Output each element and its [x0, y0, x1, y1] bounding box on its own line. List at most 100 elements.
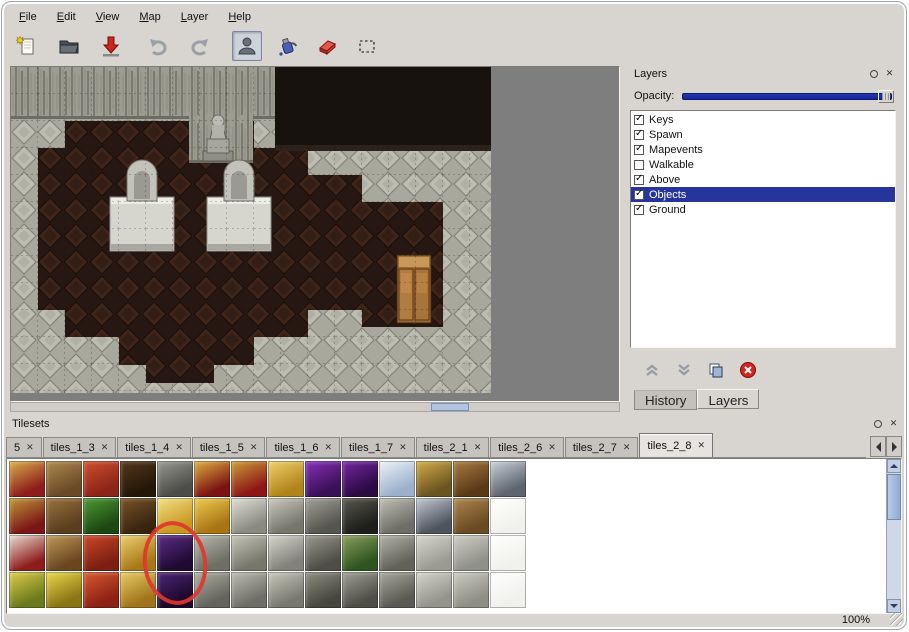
tileset-tab-tiles-1-4[interactable]: tiles_1_4 ✕: [117, 437, 191, 457]
map-canvas[interactable]: [10, 66, 620, 402]
tile-red-throne-right[interactable]: [231, 461, 267, 497]
layer-visibility-checkbox[interactable]: [634, 175, 644, 185]
raise-layer-button[interactable]: [642, 360, 662, 380]
tile-stone-tile-a[interactable]: [416, 535, 452, 571]
tile-gold-treasure[interactable]: [194, 498, 230, 534]
tile-purple-throne-left[interactable]: [305, 461, 341, 497]
tile-bookshelf[interactable]: [120, 498, 156, 534]
tile-white-window[interactable]: [379, 461, 415, 497]
layer-row-keys[interactable]: Keys: [631, 112, 895, 127]
tileset-tab-5[interactable]: 5 ✕: [6, 437, 42, 457]
tab-close-icon[interactable]: ✕: [26, 442, 34, 453]
tile-bananas[interactable]: [46, 572, 82, 608]
fill-tool-button[interactable]: [272, 31, 302, 61]
tab-close-icon[interactable]: ✕: [474, 442, 482, 453]
tileset-tab-tiles-2-6[interactable]: tiles_2_6 ✕: [490, 437, 564, 457]
tile-gold-frame[interactable]: [416, 461, 452, 497]
tileset-tab-tiles-2-7[interactable]: tiles_2_7 ✕: [565, 437, 639, 457]
tileset-tab-tiles-1-7[interactable]: tiles_1_7 ✕: [341, 437, 415, 457]
tab-close-icon[interactable]: ✕: [697, 440, 705, 451]
scroll-tabs-right-button[interactable]: [886, 436, 902, 457]
delete-layer-button[interactable]: [738, 360, 758, 380]
tab-close-icon[interactable]: ✕: [399, 442, 407, 453]
menu-item-map[interactable]: Map: [130, 9, 169, 25]
tile-angel-wings[interactable]: [268, 535, 304, 571]
tile-gargoyle-2[interactable]: [305, 535, 341, 571]
tile-blank-b[interactable]: [490, 535, 526, 571]
tile-blank-c[interactable]: [490, 572, 526, 608]
tile-book-stack[interactable]: [46, 535, 82, 571]
layer-row-walkable[interactable]: Walkable: [631, 157, 895, 172]
lower-layer-button[interactable]: [674, 360, 694, 380]
menu-item-layer[interactable]: Layer: [172, 9, 218, 25]
tile-pillar-base[interactable]: [379, 535, 415, 571]
tile-stone-gate[interactable]: [157, 461, 193, 497]
opacity-slider-handle[interactable]: [878, 90, 894, 103]
tile-white-bust[interactable]: [231, 498, 267, 534]
opacity-slider-track[interactable]: [682, 93, 892, 100]
layer-row-spawn[interactable]: Spawn: [631, 127, 895, 142]
eraser-tool-button[interactable]: [312, 31, 342, 61]
menu-item-edit[interactable]: Edit: [48, 9, 85, 25]
select-tool-button[interactable]: [352, 31, 382, 61]
tile-banner-red-2[interactable]: [9, 498, 45, 534]
tab-close-icon[interactable]: ✕: [175, 442, 183, 453]
tile-knight-armor[interactable]: [416, 498, 452, 534]
tile-gargoyle-base[interactable]: [305, 572, 341, 608]
tileset-content[interactable]: [6, 458, 902, 614]
tab-close-icon[interactable]: ✕: [101, 442, 109, 453]
tile-pillar-foot[interactable]: [379, 572, 415, 608]
scrollbar-thumb[interactable]: [887, 474, 901, 520]
stamp-tool-button[interactable]: [232, 31, 262, 61]
save-map-button[interactable]: [96, 31, 126, 61]
scroll-tabs-left-button[interactable]: [870, 436, 886, 457]
tileset-tab-tiles-2-1[interactable]: tiles_2_1 ✕: [416, 437, 490, 457]
tile-vase-plant[interactable]: [342, 535, 378, 571]
tile-gold-crown[interactable]: [268, 461, 304, 497]
tab-close-icon[interactable]: ✕: [623, 442, 631, 453]
tile-crest-banner[interactable]: [9, 535, 45, 571]
tile-wood-desk[interactable]: [453, 461, 489, 497]
layer-row-mapevents[interactable]: Mapevents: [631, 142, 895, 157]
tile-red-throne-left[interactable]: [194, 461, 230, 497]
layer-visibility-checkbox[interactable]: [634, 160, 644, 170]
float-panel-button[interactable]: [871, 417, 884, 430]
tile-pillar-blocks[interactable]: [379, 498, 415, 534]
scrollbar-thumb[interactable]: [431, 403, 469, 411]
tab-close-icon[interactable]: ✕: [250, 442, 258, 453]
tile-banner-red[interactable]: [9, 461, 45, 497]
layer-visibility-checkbox[interactable]: [634, 115, 644, 125]
tile-red-pot-stand[interactable]: [83, 461, 119, 497]
tile-dark-tomb[interactable]: [342, 498, 378, 534]
tile-green-banner[interactable]: [9, 572, 45, 608]
tileset-tab-tiles-2-8[interactable]: tiles_2_8 ✕: [639, 433, 713, 457]
open-map-button[interactable]: [54, 31, 84, 61]
tile-blank-a[interactable]: [490, 498, 526, 534]
layer-visibility-checkbox[interactable]: [634, 145, 644, 155]
layer-row-objects[interactable]: Objects: [631, 187, 895, 202]
tile-loom-threads[interactable]: [46, 498, 82, 534]
scroll-up-button[interactable]: [887, 459, 901, 473]
tile-armor-bust[interactable]: [490, 461, 526, 497]
tab-layers[interactable]: Layers: [697, 389, 759, 409]
tab-close-icon[interactable]: ✕: [325, 442, 333, 453]
tab-close-icon[interactable]: ✕: [548, 442, 556, 453]
layer-visibility-checkbox[interactable]: [634, 130, 644, 140]
tile-potted-plants[interactable]: [83, 498, 119, 534]
tileset-vertical-scrollbar[interactable]: [886, 459, 901, 613]
layer-visibility-checkbox[interactable]: [634, 190, 644, 200]
tileset-tab-tiles-1-6[interactable]: tiles_1_6 ✕: [266, 437, 340, 457]
close-panel-button[interactable]: [887, 417, 900, 430]
tab-history[interactable]: History: [634, 390, 697, 410]
duplicate-layer-button[interactable]: [706, 360, 726, 380]
tile-stone-tile-d[interactable]: [453, 572, 489, 608]
tile-angel-base[interactable]: [268, 572, 304, 608]
menu-item-view[interactable]: View: [87, 9, 129, 25]
tile-vase-base[interactable]: [342, 572, 378, 608]
close-panel-button[interactable]: [883, 67, 896, 80]
layer-visibility-checkbox[interactable]: [634, 205, 644, 215]
tile-stone-tile-c[interactable]: [416, 572, 452, 608]
tile-dark-cabinet[interactable]: [120, 461, 156, 497]
menu-item-help[interactable]: Help: [219, 9, 260, 25]
menu-item-file[interactable]: File: [10, 9, 46, 25]
